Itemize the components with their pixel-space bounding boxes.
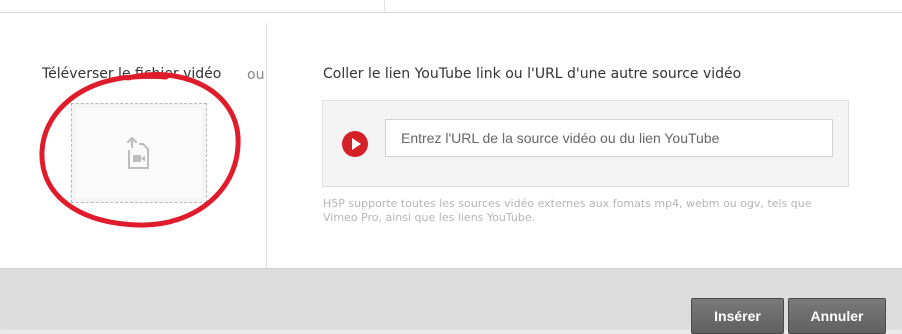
dialog-body: Téléverser le fichier vidéo ou Coller le…	[0, 13, 902, 268]
background-divider	[384, 0, 385, 12]
video-url-input[interactable]	[385, 119, 833, 157]
play-icon	[342, 131, 368, 157]
video-source-dialog: Téléverser le fichier vidéo ou Coller le…	[0, 12, 902, 334]
background-strip	[0, 0, 902, 12]
cancel-button[interactable]: Annuler	[788, 298, 886, 334]
insert-button[interactable]: Insérer	[691, 298, 784, 334]
upload-section-title: Téléverser le fichier vidéo	[42, 66, 222, 82]
upload-dropzone[interactable]	[71, 103, 207, 203]
or-separator-label: ou	[247, 67, 265, 83]
dialog-footer: Insérer Annuler	[0, 268, 902, 334]
url-help-text: H5P supporte toutes les sources vidéo ex…	[323, 197, 812, 224]
section-divider	[266, 23, 267, 268]
upload-video-icon	[126, 136, 149, 169]
url-section-title: Coller le lien YouTube link ou l'URL d'u…	[323, 66, 742, 82]
url-input-panel	[322, 100, 849, 187]
